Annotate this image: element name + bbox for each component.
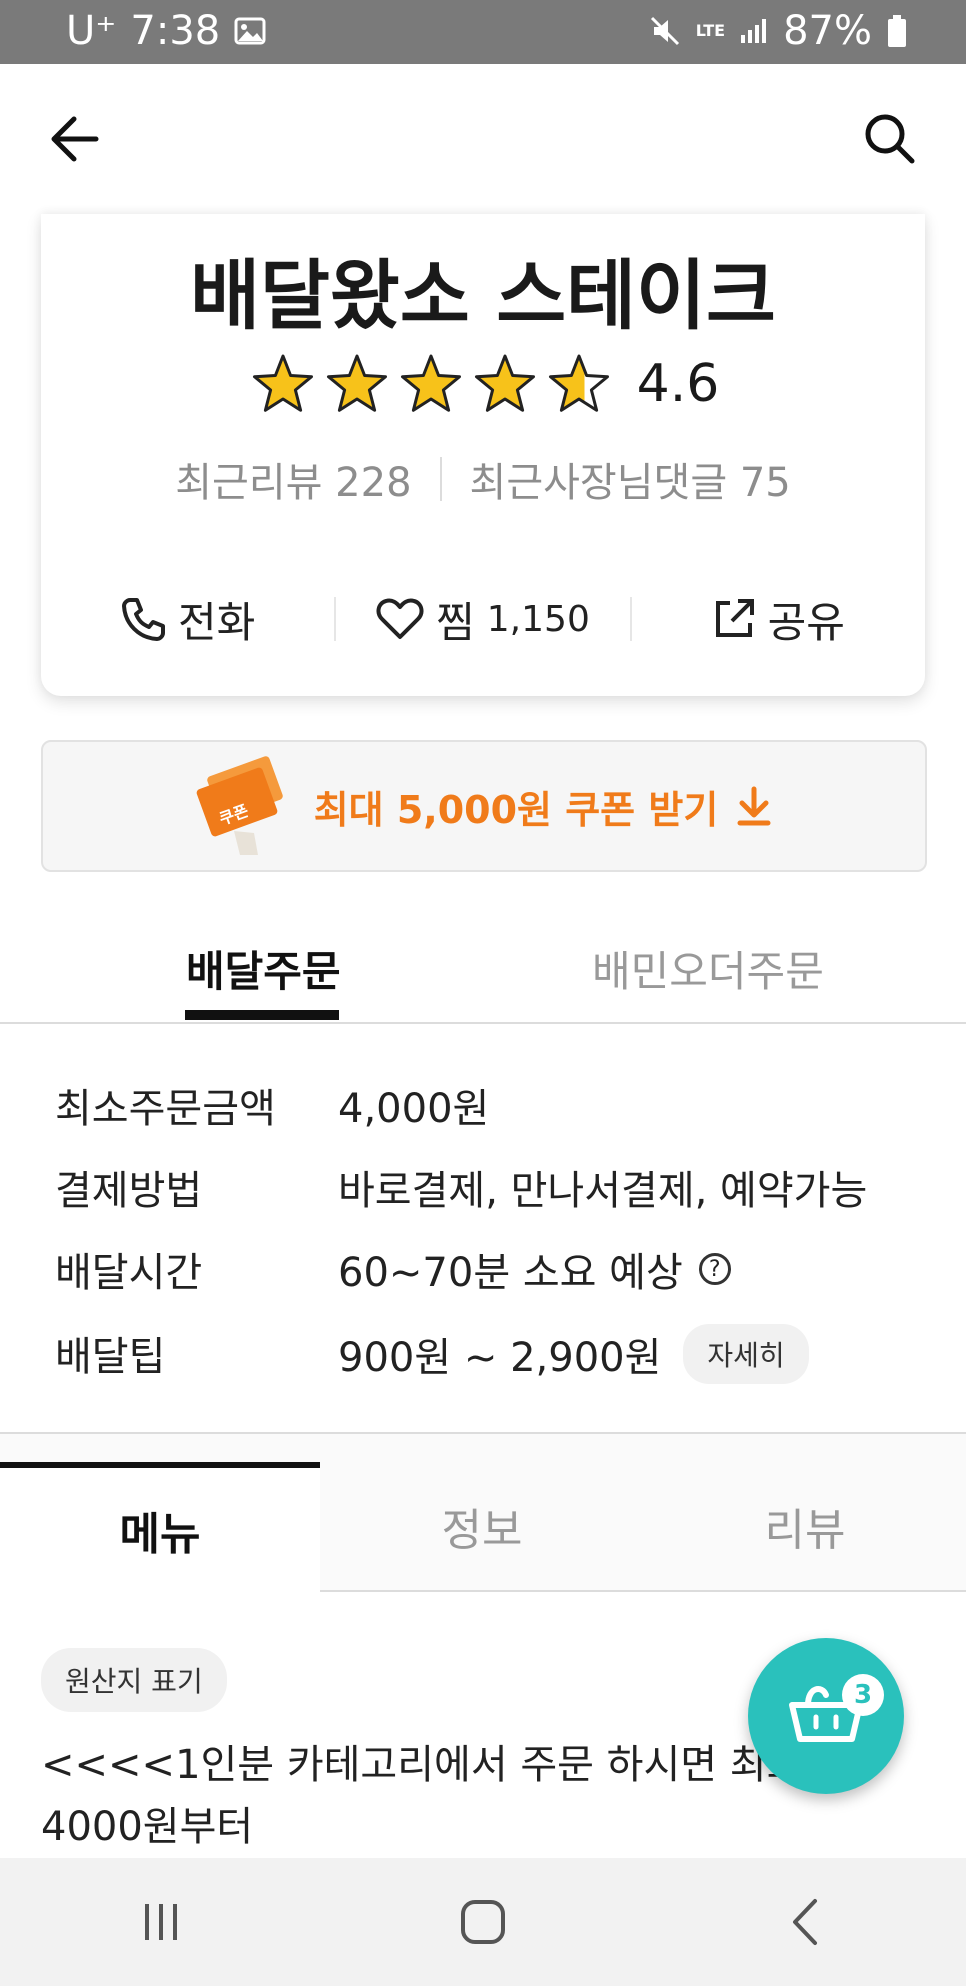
system-nav-bar <box>0 1858 966 1986</box>
call-label: 전화 <box>178 597 256 647</box>
delivery-time-value: 60~70분 소요 예상 ? <box>338 1240 731 1298</box>
recent-apps-icon <box>145 1904 177 1940</box>
delivery-time-label: 배달시간 <box>55 1250 203 1296</box>
coupon-icon: 쿠폰 <box>196 756 283 855</box>
payment-label: 결제방법 <box>55 1168 203 1214</box>
heart-icon <box>376 598 424 639</box>
tab-menu[interactable]: 메뉴 <box>0 1462 320 1592</box>
star-icon <box>474 354 535 412</box>
like-button[interactable]: 찜 1,150 <box>336 589 629 650</box>
share-icon <box>715 599 754 637</box>
arrow-left-icon <box>51 116 99 162</box>
section-gap <box>0 1434 966 1462</box>
mute-icon <box>648 14 682 48</box>
share-button[interactable]: 공유 <box>632 589 925 650</box>
coupon-banner[interactable]: 쿠폰 최대 5,000원 쿠폰 받기 <box>41 740 927 872</box>
delivery-tip-label: 배달팁 <box>55 1334 166 1380</box>
order-type-tabs: 배달주문 배민오더주문 <box>0 900 966 1024</box>
star-icon <box>326 354 387 412</box>
delivery-tip-value: 900원 ~ 2,900원 자세히 <box>338 1324 809 1384</box>
review-stats: 최근리뷰 228 최근사장님댓글 75 <box>41 450 925 508</box>
gallery-icon <box>234 17 266 45</box>
notice-line: 4000원부터 <box>41 1804 254 1850</box>
call-button[interactable]: 전화 <box>41 589 334 650</box>
min-order-value: 4,000원 <box>338 1086 490 1132</box>
rating-row: 4.6 <box>41 352 925 416</box>
help-icon[interactable]: ? <box>698 1253 731 1285</box>
payment-value: 바로결제, 만나서결제, 예약가능 <box>338 1168 868 1214</box>
recent-apps-button[interactable] <box>101 1872 221 1972</box>
home-button[interactable] <box>423 1872 543 1972</box>
cart-button[interactable]: 3 <box>748 1638 904 1794</box>
phone-icon <box>122 598 166 641</box>
store-name: 배달왔소 스테이크 <box>190 251 776 340</box>
tab-bmin-order[interactable]: 배민오더주문 <box>592 938 824 999</box>
signal-icon <box>739 17 769 45</box>
status-bar: U⁺ 7:38 LTE 87% <box>0 0 966 64</box>
detail-button[interactable]: 자세히 <box>683 1324 809 1384</box>
like-label: 찜 <box>436 597 475 647</box>
owner-reply-count[interactable]: 최근사장님댓글 75 <box>470 450 791 508</box>
carrier-label: U⁺ <box>66 8 117 54</box>
status-left: U⁺ 7:38 <box>66 8 266 54</box>
store-actions: 전화 찜 1,150 공유 <box>41 574 925 664</box>
battery-icon <box>886 14 908 48</box>
tab-delivery-order[interactable]: 배달주문 <box>186 938 341 999</box>
rating-value: 4.6 <box>636 354 720 414</box>
home-icon <box>461 1900 505 1944</box>
share-label: 공유 <box>767 597 845 647</box>
like-count: 1,150 <box>486 598 590 640</box>
rating-stars <box>252 354 609 412</box>
chevron-left-icon <box>793 1899 817 1945</box>
cart-count-badge: 3 <box>842 1674 884 1716</box>
content-tabs: 메뉴 정보 리뷰 <box>0 1462 966 1592</box>
clock: 7:38 <box>130 8 221 54</box>
recent-review-count[interactable]: 최근리뷰 228 <box>175 450 411 508</box>
star-icon <box>548 354 609 412</box>
star-icon <box>400 354 461 412</box>
star-icon <box>252 354 313 412</box>
back-button[interactable] <box>34 99 114 179</box>
search-button[interactable] <box>850 99 930 179</box>
battery-percent: 87% <box>783 8 872 54</box>
store-card: 배달왔소 스테이크 4.6 최근리뷰 228 최근사장님댓글 75 전화 찜 1… <box>41 214 925 696</box>
search-icon <box>865 114 915 164</box>
status-right: LTE 87% <box>648 8 908 54</box>
min-order-label: 최소주문금액 <box>55 1086 276 1132</box>
system-back-button[interactable] <box>745 1872 865 1972</box>
divider <box>439 457 442 501</box>
tab-info[interactable]: 정보 <box>322 1462 642 1590</box>
top-navbar <box>0 64 966 214</box>
tab-review[interactable]: 리뷰 <box>644 1462 966 1590</box>
origin-label-button[interactable]: 원산지 표기 <box>41 1648 227 1712</box>
coupon-label: 최대 5,000원 쿠폰 받기 <box>313 787 719 832</box>
download-icon <box>737 786 771 826</box>
active-tab-indicator <box>185 1010 339 1020</box>
lte-indicator: LTE <box>695 21 726 40</box>
